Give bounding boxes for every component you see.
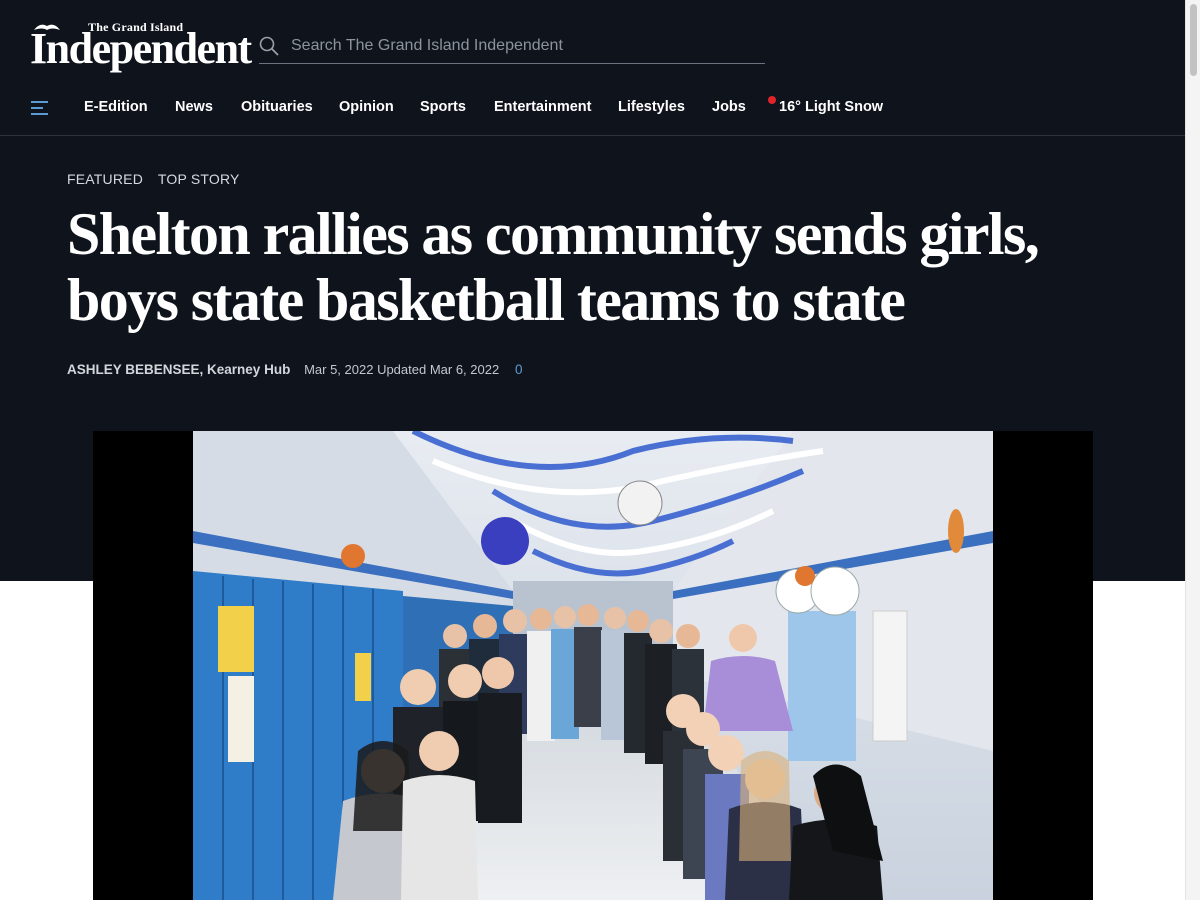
search-bar[interactable] bbox=[259, 30, 765, 64]
tag-top-story[interactable]: TOP STORY bbox=[158, 171, 240, 187]
nav-item-jobs[interactable]: Jobs bbox=[712, 99, 746, 115]
lead-photo[interactable] bbox=[193, 431, 993, 900]
search-icon[interactable] bbox=[259, 36, 279, 56]
nav-item-weather[interactable]: 16° Light Snow bbox=[779, 99, 883, 115]
nav-item-news[interactable]: News bbox=[175, 99, 213, 115]
hallway-team-photo-image bbox=[193, 431, 993, 900]
weather-alert-dot bbox=[768, 96, 776, 104]
nav-item-obituaries[interactable]: Obituaries bbox=[241, 99, 313, 115]
nav-item-entertainment[interactable]: Entertainment bbox=[494, 99, 592, 115]
nav-item-opinion[interactable]: Opinion bbox=[339, 99, 394, 115]
article-byline: ASHLEY BEBENSEE, Kearney Hub Mar 5, 2022… bbox=[67, 362, 522, 377]
main-navigation: E-Edition News Obituaries Opinion Sports… bbox=[0, 84, 1185, 136]
scrollbar-thumb[interactable] bbox=[1190, 4, 1197, 76]
lead-photo-frame bbox=[93, 431, 1093, 900]
publish-dates: Mar 5, 2022 Updated Mar 6, 2022 bbox=[304, 362, 500, 377]
tag-featured[interactable]: FEATURED bbox=[67, 171, 143, 187]
nav-item-e-edition[interactable]: E-Edition bbox=[84, 99, 148, 115]
article-headline: Shelton rallies as community sends girls… bbox=[67, 201, 1040, 333]
search-input[interactable] bbox=[291, 34, 751, 58]
site-logo[interactable]: The Grand Island Independent bbox=[30, 20, 252, 76]
hamburger-menu-icon[interactable] bbox=[30, 98, 50, 118]
author-name[interactable]: ASHLEY BEBENSEE, Kearney Hub bbox=[67, 362, 290, 377]
nav-item-lifestyles[interactable]: Lifestyles bbox=[618, 99, 685, 115]
page-scrollbar[interactable] bbox=[1185, 0, 1200, 900]
nav-item-sports[interactable]: Sports bbox=[420, 99, 466, 115]
article-tags: FEATURED TOP STORY bbox=[67, 171, 251, 187]
comment-count[interactable]: 0 bbox=[515, 362, 523, 377]
logo-wordmark: Independent bbox=[30, 24, 252, 73]
